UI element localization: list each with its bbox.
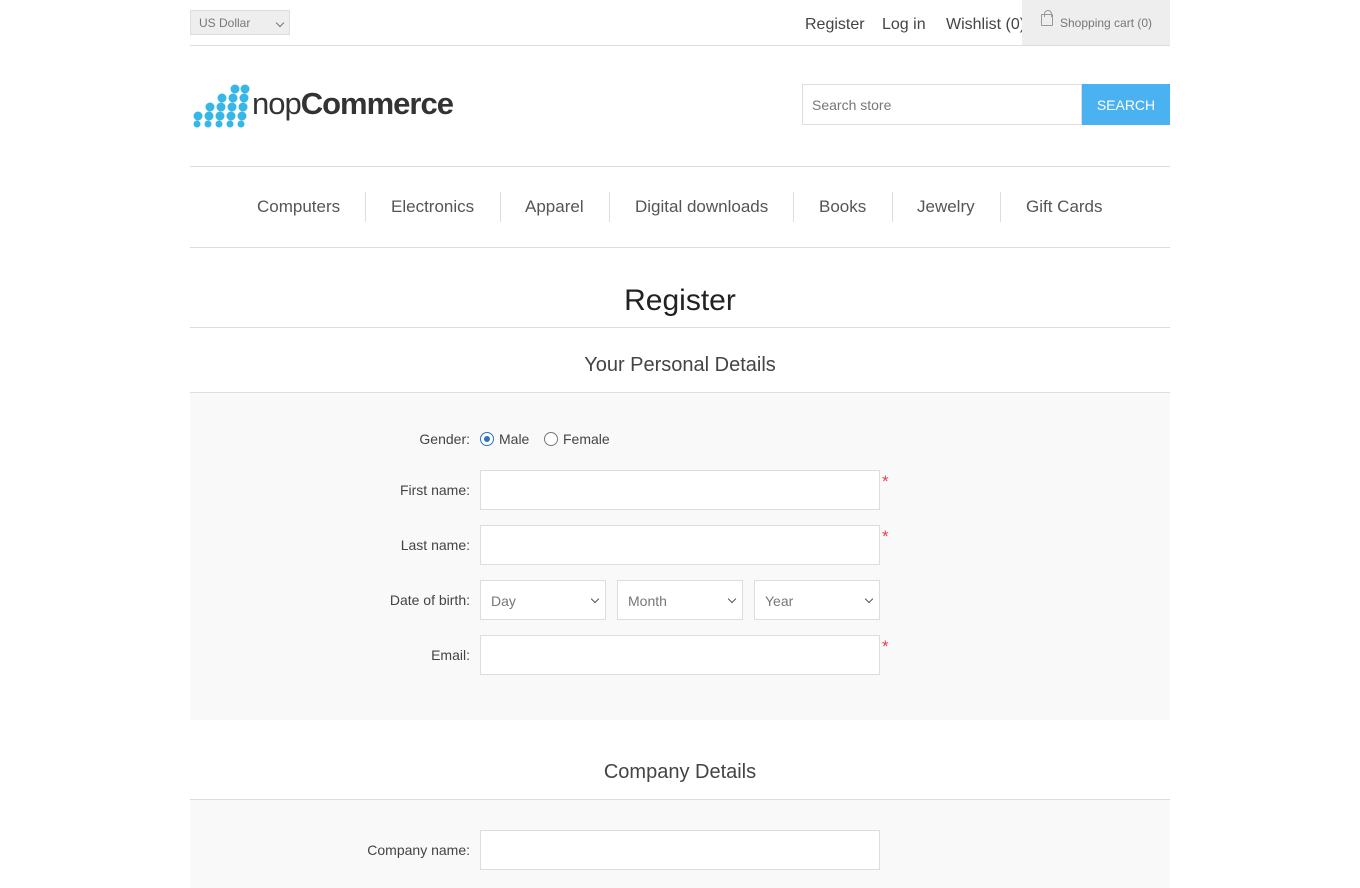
dob-year-select[interactable]: Year	[754, 580, 880, 620]
menu-separator	[1000, 192, 1001, 222]
last-name-field[interactable]	[480, 525, 880, 565]
logo-dots-icon	[193, 84, 250, 128]
title-divider	[190, 327, 1170, 328]
menu-item-electronics[interactable]: Electronics	[391, 197, 474, 217]
company-name-label: Company name:	[367, 842, 470, 858]
chevron-down-icon	[590, 594, 600, 604]
personal-details-title: Your Personal Details	[584, 354, 776, 376]
email-label: Email:	[431, 647, 470, 663]
required-marker: *	[882, 472, 889, 491]
menu-item-computers[interactable]: Computers	[257, 197, 340, 217]
gender-female-label[interactable]: Female	[563, 431, 610, 447]
store-logo[interactable]: nopCommerce	[192, 84, 454, 128]
menu-separator	[365, 192, 366, 222]
menu-separator	[793, 192, 794, 222]
gender-female-radio[interactable]	[544, 432, 558, 446]
shopping-cart-label: Shopping cart (0)	[1060, 16, 1153, 30]
shopping-cart-link[interactable]: Shopping cart (0)	[1022, 0, 1170, 45]
last-name-label: Last name:	[400, 537, 470, 553]
chevron-down-icon	[727, 594, 737, 604]
logo-text-commerce: Commerce	[300, 86, 454, 121]
email-field[interactable]	[480, 635, 880, 675]
company-details-title: Company Details	[603, 761, 757, 783]
gender-label: Gender:	[419, 431, 470, 447]
menu-item-jewelry[interactable]: Jewelry	[917, 197, 975, 217]
menu-top-divider	[190, 166, 1170, 167]
shopping-bag-icon	[1041, 10, 1053, 26]
dob-day-value: Day	[491, 593, 516, 609]
menu-bottom-divider	[190, 247, 1170, 248]
gender-male-label[interactable]: Male	[499, 431, 529, 447]
dob-month-select[interactable]: Month	[617, 580, 743, 620]
menu-item-books[interactable]: Books	[819, 197, 866, 217]
dob-label: Date of birth:	[389, 592, 470, 608]
search-input[interactable]: Search store	[802, 84, 1082, 125]
register-link[interactable]: Register	[805, 16, 865, 34]
company-name-field[interactable]	[480, 830, 880, 870]
currency-selector[interactable]: US Dollar	[190, 10, 290, 35]
login-link[interactable]: Log in	[882, 16, 926, 34]
chevron-down-icon	[275, 18, 285, 28]
currency-value: US Dollar	[199, 16, 251, 30]
dob-month-value: Month	[628, 593, 667, 609]
first-name-label: First name:	[399, 482, 470, 498]
logo-text-nop: nop	[252, 86, 302, 121]
required-marker: *	[882, 637, 889, 656]
chevron-down-icon	[864, 594, 874, 604]
required-marker: *	[882, 527, 889, 546]
dob-day-select[interactable]: Day	[480, 580, 606, 620]
logo-wordmark: nopCommerce	[252, 86, 454, 122]
menu-item-digital-downloads[interactable]: Digital downloads	[635, 197, 768, 217]
search-button[interactable]: Search	[1082, 84, 1170, 125]
first-name-field[interactable]	[480, 470, 880, 510]
page-title: Register	[624, 284, 736, 317]
header-divider	[190, 45, 1170, 46]
menu-item-apparel[interactable]: Apparel	[525, 197, 584, 217]
gender-male-radio[interactable]	[480, 432, 494, 446]
menu-item-gift-cards[interactable]: Gift Cards	[1026, 197, 1103, 217]
menu-separator	[500, 192, 501, 222]
menu-separator	[609, 192, 610, 222]
dob-year-value: Year	[765, 593, 794, 609]
wishlist-link[interactable]: Wishlist (0)	[946, 16, 1025, 34]
menu-separator	[892, 192, 893, 222]
